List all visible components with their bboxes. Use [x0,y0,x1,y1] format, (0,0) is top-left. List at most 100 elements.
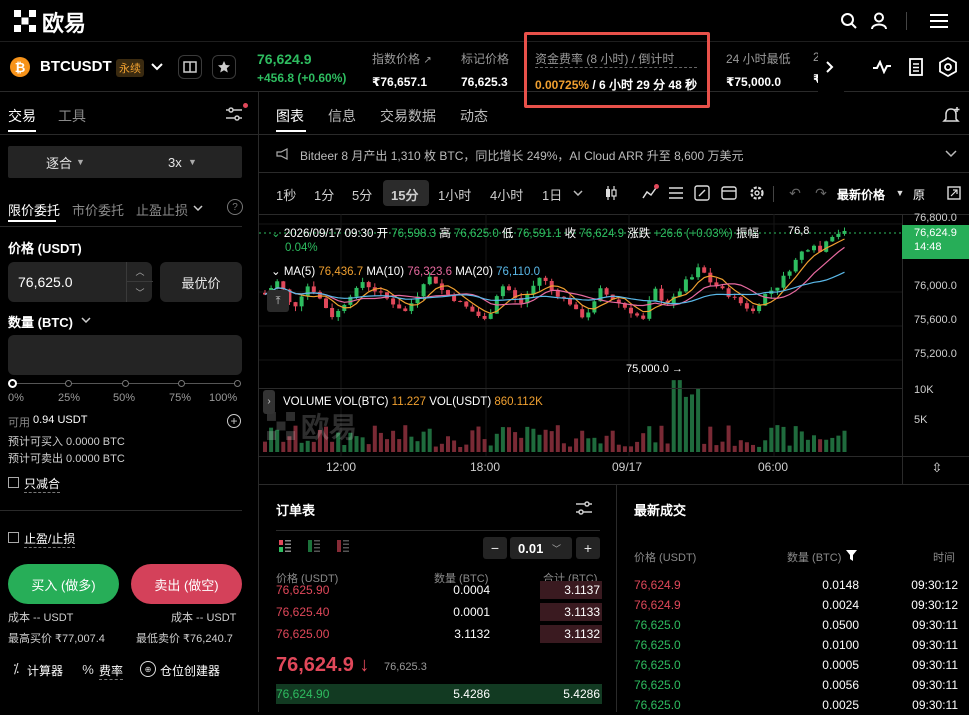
user-icon[interactable] [868,10,890,32]
chevron-down-icon[interactable] [192,202,204,214]
template-icon[interactable] [720,185,738,201]
tab-chart[interactable]: 图表 [276,106,304,126]
view-bids-icon[interactable] [307,539,321,553]
external-link-icon[interactable]: ↗ [423,55,431,66]
document-icon[interactable] [906,57,926,77]
scroll-right-area[interactable] [818,42,844,92]
gear-icon[interactable] [748,184,766,202]
collapse-pane-button[interactable]: › [263,390,275,414]
pct-label[interactable]: 50% [113,392,135,404]
filter-icon[interactable] [845,549,857,561]
chevron-down-icon[interactable] [150,60,164,74]
tab-activity[interactable]: 动态 [460,106,488,126]
ask-row[interactable]: 76,625.40 0.0001 3.1133 [270,602,602,622]
menu-icon[interactable] [928,10,950,32]
axis-scale-icon[interactable]: ⇳ [929,460,945,476]
redo-icon[interactable]: ↷ [813,185,829,201]
order-type-tpsl[interactable]: 止盈止损 [136,200,188,219]
pct-label[interactable]: 0% [8,392,24,404]
tf-1m[interactable]: 1分 [314,185,334,204]
slider-handle[interactable] [8,379,17,388]
tf-15m[interactable]: 15分 [391,185,418,204]
undo-icon[interactable]: ↶ [787,185,803,201]
hexagon-settings-icon[interactable] [938,57,958,77]
position-builder-icon[interactable]: ⊕ [140,661,156,677]
slider-tick[interactable] [178,380,185,387]
ask-row[interactable]: 76,625.90 0.0004 3.1137 [270,580,602,600]
slider-tick[interactable] [234,380,241,387]
search-icon[interactable] [838,10,860,32]
bid-row[interactable]: 76,624.90 5.4286 5.4286 [270,684,602,704]
percent-icon[interactable]: % [80,661,96,677]
legend-collapse-icon[interactable]: ⌄ [271,266,281,278]
calculator-icon[interactable]: ⁒ [8,661,24,677]
last-price-tag[interactable]: 76,624.9 14:48 [902,225,969,259]
chevron-down-icon[interactable] [80,314,92,326]
tf-1h[interactable]: 1小时 [438,185,471,204]
okx-logo-icon[interactable] [12,8,38,34]
chevron-down-icon[interactable] [944,148,958,160]
fee-link[interactable]: 费率 [99,662,124,680]
book-icon[interactable] [178,55,202,79]
quantity-input[interactable] [8,335,242,375]
order-type-limit[interactable]: 限价委托 [8,200,60,219]
drawing-handle-icon[interactable]: ⤒ [267,290,289,312]
chevron-right-icon[interactable] [824,60,836,74]
symbol-name[interactable]: BTCUSDT [40,58,112,75]
buy-long-button[interactable]: 买入 (做多) [8,564,119,604]
view-asks-icon[interactable] [336,539,350,553]
top-bar: 欧易 [0,0,969,42]
view-both-icon[interactable] [278,539,292,553]
pct-label[interactable]: 25% [58,392,80,404]
vol-btc-label: VOL(BTC) [334,396,389,408]
step-decrease-button[interactable]: − [483,537,507,559]
increment-icon[interactable]: ︿ [127,262,153,282]
sell-short-button[interactable]: 卖出 (做空) [131,564,242,604]
y-tick: 76,000.0 [914,280,957,292]
help-icon[interactable]: ? [227,199,243,215]
decrement-icon[interactable]: ﹀ [127,282,153,302]
ohlc-change: +26.6 (+0.03%) [653,228,733,240]
pct-label[interactable]: 75% [169,392,191,404]
tf-1s[interactable]: 1秒 [276,185,296,204]
sliders-icon[interactable] [575,500,593,516]
pulse-icon[interactable] [872,57,892,77]
tpsl-label[interactable]: 止盈/止损 [24,530,76,548]
news-ticker[interactable]: Bitdeer 8 月产出 1,310 枚 BTC，同比增长 249%，AI C… [300,147,744,164]
chevron-down-icon[interactable] [573,188,583,198]
slider-tick[interactable] [65,380,72,387]
drawing-tool-icon[interactable] [693,185,711,201]
caret-down-icon[interactable]: ▼ [895,188,905,198]
tf-5m[interactable]: 5分 [352,185,372,204]
star-icon[interactable] [212,55,236,79]
calculator-link[interactable]: 计算器 [27,662,63,679]
ask-row[interactable]: 76,625.00 3.1132 3.1132 [270,624,602,644]
tab-info[interactable]: 信息 [328,106,356,126]
order-type-market[interactable]: 市价委托 [72,200,124,219]
sliders-icon[interactable] [224,103,248,122]
latest-price-select[interactable]: 最新价格 [837,186,885,203]
legend-collapse-icon[interactable]: ⌄ [271,228,281,240]
margin-mode-select[interactable]: 逐合 ▼ 3x ▼ [8,146,242,178]
add-funds-icon[interactable]: + [227,414,241,428]
tf-1d[interactable]: 1日 [542,185,562,204]
candlestick-type-icon[interactable] [603,184,619,202]
price-input[interactable]: 76,625.0 ︿ ﹀ [8,262,153,302]
best-price-button[interactable]: 最优价 [160,262,242,302]
slider-tick[interactable] [122,380,129,387]
step-increase-button[interactable]: + [576,537,600,559]
tpsl-checkbox[interactable] [8,532,19,543]
position-builder-link[interactable]: 仓位创建器 [160,662,220,679]
fullscreen-icon[interactable] [947,186,961,200]
tab-trade[interactable]: 交易 [8,106,36,126]
reduce-only-label[interactable]: 只减合 [24,475,61,493]
step-select[interactable]: 0.01 ﹀ [510,537,572,559]
reduce-only-checkbox[interactable] [8,477,19,488]
tab-tools[interactable]: 工具 [58,106,86,126]
list-settings-icon[interactable] [667,185,685,201]
indicator-icon[interactable] [641,184,659,202]
pct-label[interactable]: 100% [209,392,237,404]
tab-trade-data[interactable]: 交易数据 [380,106,436,126]
bell-add-icon[interactable] [941,106,961,124]
tf-4h[interactable]: 4小时 [490,185,523,204]
